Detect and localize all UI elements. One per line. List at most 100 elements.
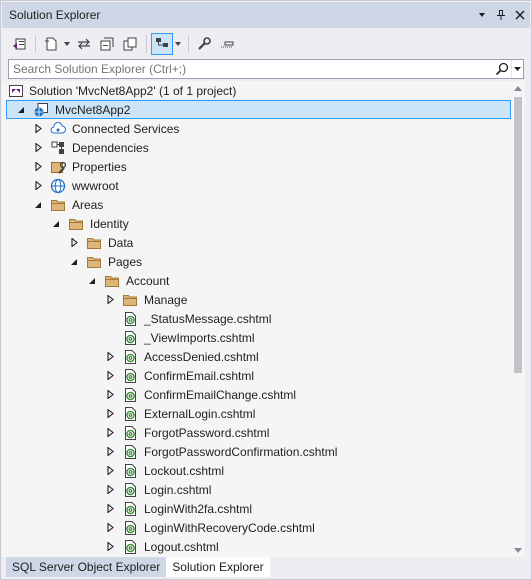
tree-item[interactable]: LoginWithRecoveryCode.cshtml <box>2 518 511 537</box>
switch-views-icon[interactable] <box>8 33 30 55</box>
tree-item[interactable]: Dependencies <box>2 138 511 157</box>
tree-item[interactable]: Solution 'MvcNet8App2' (1 of 1 project) <box>2 81 511 100</box>
view-dropdown-icon[interactable] <box>174 33 182 55</box>
close-icon[interactable] <box>511 6 529 24</box>
razor-file-icon <box>122 501 138 517</box>
collapsed-arrow-icon[interactable] <box>104 518 116 537</box>
preview-selected-icon[interactable] <box>216 33 238 55</box>
tree-item-label: _StatusMessage.cshtml <box>144 311 272 326</box>
expanded-arrow-icon[interactable] <box>68 252 80 271</box>
tree-item-label: Account <box>126 273 170 288</box>
scroll-up-icon[interactable] <box>511 81 525 95</box>
tree-item[interactable]: Manage <box>2 290 511 309</box>
collapsed-arrow-icon[interactable] <box>104 537 116 556</box>
collapsed-arrow-icon[interactable] <box>68 233 80 252</box>
collapsed-arrow-icon[interactable] <box>104 366 116 385</box>
expanded-arrow-icon[interactable] <box>32 195 44 214</box>
vertical-scrollbar[interactable] <box>511 81 525 557</box>
scroll-down-icon[interactable] <box>511 543 525 557</box>
search-icon[interactable] <box>493 60 511 78</box>
tree-item[interactable]: MvcNet8App2 <box>6 100 511 119</box>
tree-item[interactable]: Lockout.cshtml <box>2 461 511 480</box>
search-box <box>8 59 524 79</box>
tree-item[interactable]: Connected Services <box>2 119 511 138</box>
pin-icon[interactable] <box>492 6 510 24</box>
filter-dropdown-icon[interactable] <box>63 33 71 55</box>
collapsed-arrow-icon[interactable] <box>32 119 44 138</box>
show-all-files-icon-alt[interactable] <box>119 33 141 55</box>
expanded-arrow-icon[interactable] <box>86 271 98 290</box>
tree-item[interactable]: _ViewImports.cshtml <box>2 328 511 347</box>
tree-item[interactable]: wwwroot <box>2 176 511 195</box>
dependencies-icon <box>50 140 66 156</box>
tree-item[interactable]: ForgotPasswordConfirmation.cshtml <box>2 442 511 461</box>
properties-wrench-icon[interactable] <box>193 33 215 55</box>
tree-item-label: Logout.cshtml <box>144 539 219 554</box>
tree-item[interactable]: LoginWith2fa.cshtml <box>2 499 511 518</box>
collapsed-arrow-icon[interactable] <box>104 404 116 423</box>
connected-services-icon <box>50 121 66 137</box>
tree-item[interactable]: ExternalLogin.cshtml <box>2 404 511 423</box>
tree-item-label: ExternalLogin.cshtml <box>144 406 256 421</box>
tree-item[interactable]: ConfirmEmail.cshtml <box>2 366 511 385</box>
collapse-all-icon[interactable] <box>96 33 118 55</box>
tree-item[interactable]: ForgotPassword.cshtml <box>2 423 511 442</box>
tree-item-label: LoginWith2fa.cshtml <box>144 501 253 516</box>
collapsed-arrow-icon[interactable] <box>32 157 44 176</box>
pending-changes-filter-icon[interactable] <box>40 33 62 55</box>
search-options-dropdown-icon[interactable] <box>511 60 523 78</box>
tree-item-label: AccessDenied.cshtml <box>144 349 259 364</box>
collapsed-arrow-icon[interactable] <box>104 347 116 366</box>
web-project-icon <box>33 102 49 118</box>
tree-item[interactable]: Login.cshtml <box>2 480 511 499</box>
search-input[interactable] <box>9 60 493 78</box>
collapsed-arrow-icon[interactable] <box>104 480 116 499</box>
collapsed-arrow-icon[interactable] <box>104 385 116 404</box>
tree-item[interactable]: Properties <box>2 157 511 176</box>
expanded-arrow-icon[interactable] <box>15 100 27 119</box>
razor-file-icon <box>122 406 138 422</box>
sync-active-document-icon[interactable] <box>73 33 95 55</box>
bottom-tabs: SQL Server Object Explorer Solution Expl… <box>2 557 530 579</box>
tab-solution-explorer[interactable]: Solution Explorer <box>166 557 270 577</box>
scrollbar-thumb[interactable] <box>514 97 522 373</box>
collapsed-arrow-icon[interactable] <box>32 176 44 195</box>
folder-icon <box>122 292 138 308</box>
tree-item-label: ForgotPassword.cshtml <box>144 425 270 440</box>
expanded-arrow-icon[interactable] <box>50 214 62 233</box>
razor-file-icon <box>122 520 138 536</box>
tree-item[interactable]: AccessDenied.cshtml <box>2 347 511 366</box>
tree-item-label: LoginWithRecoveryCode.cshtml <box>144 520 315 535</box>
window-title: Solution Explorer <box>9 8 101 22</box>
folder-icon <box>50 197 66 213</box>
razor-file-icon <box>122 425 138 441</box>
toolbar-separator <box>188 34 189 53</box>
collapsed-arrow-icon[interactable] <box>104 290 116 309</box>
tree-item-label: Solution 'MvcNet8App2' (1 of 1 project) <box>29 83 237 98</box>
tab-sql-server-object-explorer[interactable]: SQL Server Object Explorer <box>6 557 167 577</box>
tree-item[interactable]: Data <box>2 233 511 252</box>
folder-icon <box>104 273 120 289</box>
tree-item[interactable]: Account <box>2 271 511 290</box>
solution-explorer-window: Solution Explorer Search Solution Explor… <box>0 0 532 580</box>
window-options-icon[interactable] <box>473 6 491 24</box>
tree-item[interactable]: ConfirmEmailChange.cshtml <box>2 385 511 404</box>
tree-item[interactable]: _StatusMessage.cshtml <box>2 309 511 328</box>
razor-file-icon <box>122 444 138 460</box>
collapsed-arrow-icon[interactable] <box>32 138 44 157</box>
razor-file-icon <box>122 311 138 327</box>
razor-file-icon <box>122 463 138 479</box>
tree-item-label: Dependencies <box>72 140 149 155</box>
tree-item-label: Connected Services <box>72 121 180 136</box>
tree-item[interactable]: Identity <box>2 214 511 233</box>
tree-item[interactable]: Pages <box>2 252 511 271</box>
collapsed-arrow-icon[interactable] <box>104 461 116 480</box>
collapsed-arrow-icon[interactable] <box>104 423 116 442</box>
collapsed-arrow-icon[interactable] <box>104 499 116 518</box>
tree-item[interactable]: Areas <box>2 195 511 214</box>
collapsed-arrow-icon[interactable] <box>104 442 116 461</box>
show-all-files-icon[interactable] <box>151 32 173 55</box>
title-bar: Solution Explorer <box>2 2 530 28</box>
tree-item[interactable]: Logout.cshtml <box>2 537 511 556</box>
razor-file-icon <box>122 368 138 384</box>
